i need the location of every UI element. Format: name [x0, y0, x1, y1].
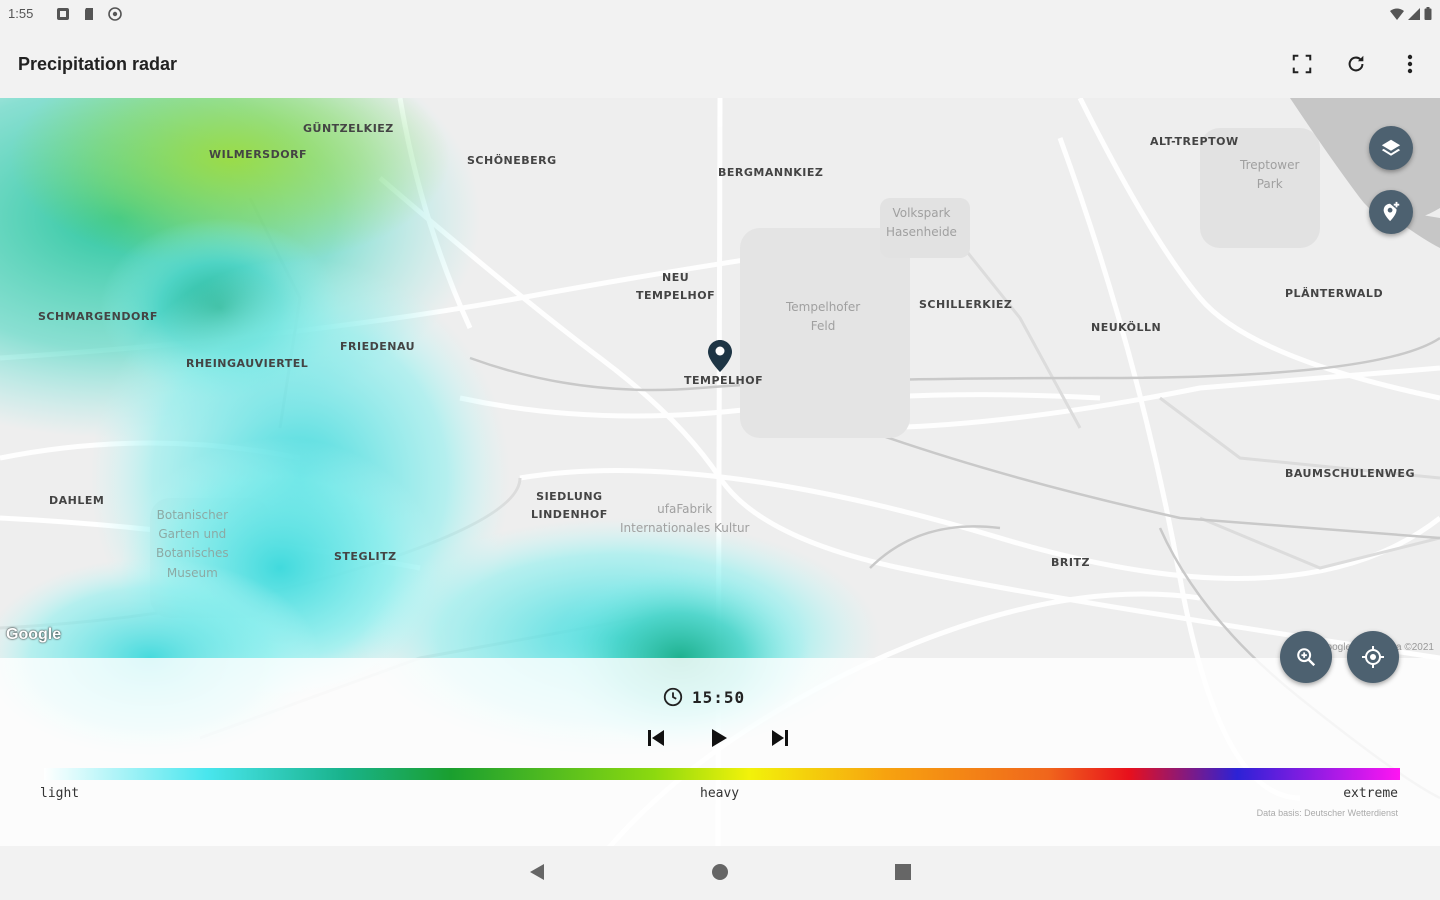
layers-button[interactable] — [1369, 126, 1413, 170]
skip-previous-icon — [648, 730, 664, 746]
status-bar: 1:55 — [0, 0, 1440, 30]
map-label-rheingauviertel: RHEINGAUVIERTEL — [186, 357, 309, 370]
skip-next-icon — [772, 730, 788, 746]
notification-icons — [56, 7, 122, 21]
page-title: Precipitation radar — [18, 54, 178, 74]
signal-icon — [1408, 7, 1420, 20]
play-icon — [712, 729, 727, 747]
location-pin-icon[interactable] — [708, 340, 732, 372]
map-label-plaenterwald: PLÄNTERWALD — [1285, 287, 1384, 300]
fullscreen-icon — [1292, 54, 1312, 74]
legend-light: light — [40, 786, 80, 801]
refresh-button[interactable] — [1340, 48, 1372, 80]
sd-card-icon — [85, 8, 93, 20]
layers-icon — [1381, 139, 1401, 156]
map-label-siedlung-lindenhof: SIEDLUNG LINDENHOF — [531, 490, 608, 521]
my-location-icon — [1362, 646, 1384, 668]
map-label-steglitz: STEGLITZ — [334, 550, 397, 563]
map-label-bergmannkiez: BERGMANNKIEZ — [718, 166, 824, 179]
fullscreen-button[interactable] — [1286, 48, 1318, 80]
map-label-wilmersdorf: WILMERSDORF — [209, 148, 308, 161]
map-label-neu-tempelhof: NEU TEMPELHOF — [636, 271, 716, 302]
data-credit: Data basis: Deutscher Wetterdienst — [1256, 808, 1398, 818]
recents-icon[interactable] — [894, 862, 912, 882]
legend-heavy: heavy — [700, 786, 740, 801]
map-label-treptower-park: Treptower Park — [1240, 158, 1300, 192]
precipitation-scale — [44, 768, 1400, 780]
radar-time: 15:50 — [662, 686, 745, 708]
battery-icon — [1424, 7, 1432, 20]
map-label-tempelhof: TEMPELHOF — [684, 374, 764, 387]
map-label-alt-treptow: ALT-TREPTOW — [1150, 135, 1239, 148]
radar-player-panel: 15:50 light heavy extreme Data basis: De… — [0, 658, 1440, 846]
map-label-britz: BRITZ — [1051, 556, 1090, 569]
skip-previous-button[interactable] — [640, 722, 672, 754]
google-logo: Google — [6, 626, 62, 643]
clock-icon — [663, 687, 683, 707]
sync-icon — [108, 7, 122, 21]
app-bar: Precipitation radar — [0, 30, 1440, 98]
map-label-botanischer-garten: Botanischer Garten und Botanisches Museu… — [156, 508, 229, 580]
map-label-guentzelkiez: GÜNTZELKIEZ — [303, 122, 394, 135]
map-label-baumschulenweg: BAUMSCHULENWEG — [1285, 467, 1415, 480]
system-icons — [1390, 7, 1432, 20]
map-label-schmargendorf: SCHMARGENDORF — [38, 310, 158, 323]
map-label-schillerkiez: SCHILLERKIEZ — [919, 298, 1013, 311]
home-icon[interactable] — [711, 862, 729, 882]
map-label-schoeneberg: SCHÖNEBERG — [467, 154, 557, 167]
my-location-button[interactable] — [1347, 631, 1399, 683]
map-label-ufafabrik: ufaFabrik Internationales Kultur — [620, 502, 750, 536]
zoom-in-icon — [1297, 648, 1316, 667]
wifi-icon — [1390, 8, 1404, 20]
refresh-icon — [1348, 55, 1364, 72]
map-label-dahlem: DAHLEM — [49, 494, 105, 507]
legend-extreme: extreme — [1343, 786, 1398, 801]
radar-time-label: 15:50 — [692, 687, 746, 707]
more-vert-icon — [1407, 54, 1413, 74]
map-label-volkspark-hasenheide: Volkspark Hasenheide — [886, 206, 957, 240]
add-location-icon — [1383, 201, 1400, 222]
map-label-tempelhofer-feld: Tempelhofer Feld — [786, 300, 861, 334]
more-options-button[interactable] — [1394, 48, 1426, 80]
zoom-button[interactable] — [1280, 631, 1332, 683]
map-label-friedenau: FRIEDENAU — [340, 340, 416, 353]
back-icon[interactable] — [528, 862, 546, 882]
add-location-button[interactable] — [1369, 190, 1413, 234]
play-button[interactable] — [702, 722, 734, 754]
notification-app-icon — [57, 8, 69, 20]
system-nav-bar — [0, 846, 1440, 900]
skip-next-button[interactable] — [764, 722, 796, 754]
map-label-neukoelln: NEUKÖLLN — [1091, 321, 1162, 334]
status-time: 1:55 — [8, 6, 34, 21]
